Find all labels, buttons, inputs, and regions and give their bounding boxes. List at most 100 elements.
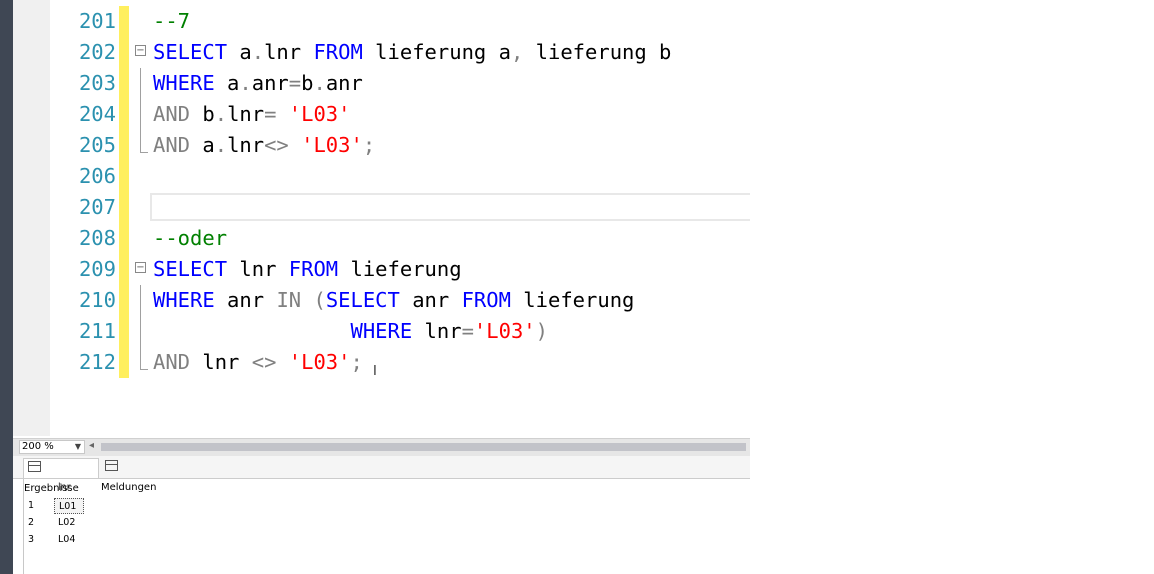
- code-token: .: [214, 102, 228, 126]
- change-marker: [119, 99, 129, 130]
- fold-guide: [140, 68, 141, 99]
- code-line[interactable]: 203 WHERE a.anr=b.anr: [50, 68, 750, 99]
- code-token: lieferung: [510, 288, 635, 312]
- code-line[interactable]: 207: [50, 192, 750, 223]
- tab-ergebnisse[interactable]: Ergebnisse: [23, 458, 99, 494]
- line-number: 207: [78, 195, 116, 219]
- code-text: AND a.lnr<> 'L03';: [153, 130, 375, 161]
- code-token: anr: [251, 71, 289, 95]
- code-token: FROM: [288, 257, 339, 281]
- code-text: WHERE a.anr=b.anr: [153, 68, 363, 99]
- row-number[interactable]: 3: [28, 532, 48, 548]
- code-line[interactable]: 208 --oder: [50, 223, 750, 254]
- code-line[interactable]: 204 AND b.lnr= 'L03': [50, 99, 750, 130]
- tab-meldungen[interactable]: Meldungen: [101, 458, 177, 493]
- change-marker: [119, 254, 129, 285]
- code-token: AND: [153, 102, 191, 126]
- results-tabs: Ergebnisse Meldungen: [13, 456, 750, 494]
- change-marker: [119, 130, 129, 161]
- row-number[interactable]: 1: [28, 498, 48, 514]
- code-line[interactable]: 212 AND lnr <> 'L03';: [50, 347, 750, 378]
- line-number: 208: [78, 226, 116, 250]
- code-token: lnr: [227, 133, 265, 157]
- code-token: ): [535, 319, 548, 343]
- row-number[interactable]: 2: [28, 515, 48, 531]
- line-number: 209: [78, 257, 116, 281]
- code-token: WHERE: [153, 71, 215, 95]
- code-token: 'L03': [473, 319, 536, 343]
- change-marker: [119, 285, 129, 316]
- code-token: lieferung b: [523, 40, 672, 64]
- code-text: AND lnr <> 'L03';: [153, 347, 363, 378]
- code-token: SELECT: [153, 257, 228, 281]
- code-token: WHERE: [350, 319, 413, 343]
- chevron-down-icon: ▼: [74, 442, 81, 451]
- code-token: b: [190, 102, 215, 126]
- table-cell[interactable]: L01: [54, 498, 84, 514]
- line-number: 212: [78, 350, 116, 374]
- table-cell[interactable]: L04: [54, 532, 84, 548]
- code-token: IN: [276, 288, 302, 312]
- code-token: lieferung a: [362, 40, 511, 64]
- code-token: lnr: [412, 319, 462, 343]
- scroll-left-icon[interactable]: ◂: [89, 440, 94, 451]
- code-text: WHERE lnr='L03'): [153, 316, 548, 347]
- zoom-dropdown[interactable]: 200 % ▼: [19, 440, 85, 454]
- code-token: .: [239, 71, 252, 95]
- code-line[interactable]: 205 AND a.lnr<> 'L03';: [50, 130, 750, 161]
- code-line[interactable]: 202 − SELECT a.lnr FROM lieferung a, liefe…: [50, 37, 750, 68]
- line-number: 206: [78, 164, 116, 188]
- code-token: lnr: [227, 102, 265, 126]
- line-number: 210: [78, 288, 116, 312]
- column-header-lnr[interactable]: lnr: [54, 480, 84, 496]
- fold-guide: [140, 130, 141, 152]
- code-text: --7: [153, 6, 190, 37]
- code-text: AND b.lnr= 'L03': [153, 99, 351, 130]
- code-token: FROM: [461, 288, 511, 312]
- code-line[interactable]: 210 WHERE anr IN (SELECT anr FROM lieferu…: [50, 285, 750, 316]
- code-token: anr: [325, 71, 363, 95]
- code-token: .: [313, 71, 326, 95]
- results-grid[interactable]: lnr 1 L01 2 L02 3 L04: [23, 479, 751, 574]
- code-token: ,: [510, 40, 524, 64]
- code-text: WHERE anr IN (SELECT anr FROM lieferung: [153, 285, 634, 316]
- collapse-icon[interactable]: −: [135, 45, 146, 56]
- code-token: anr: [214, 288, 277, 312]
- editor-status-bar: 200 % ▼ ◂: [13, 438, 750, 456]
- fold-end: [140, 369, 148, 370]
- change-marker: [119, 6, 129, 37]
- code-token: 'L03': [301, 133, 363, 157]
- change-marker: [119, 316, 129, 347]
- code-text: SELECT lnr FROM lieferung: [153, 254, 462, 285]
- collapse-icon[interactable]: −: [135, 262, 146, 273]
- code-text: --oder: [153, 223, 227, 254]
- code-token: lnr: [227, 257, 289, 281]
- fold-guide: [140, 316, 141, 347]
- code-line[interactable]: 211 WHERE lnr='L03'): [50, 316, 750, 347]
- line-number: 205: [78, 133, 116, 157]
- code-line[interactable]: 201 --7: [50, 6, 750, 37]
- code-token: 'L03': [288, 102, 351, 126]
- code-token: <>: [251, 350, 277, 374]
- code-token: SELECT: [153, 40, 228, 64]
- sql-editor[interactable]: I 201 --7 202− SELECT a.lnr FROM lieferung …: [50, 0, 750, 436]
- code-token: =: [461, 319, 474, 343]
- code-line[interactable]: 209 − SELECT lnr FROM lieferung: [50, 254, 750, 285]
- line-number: 204: [78, 102, 116, 126]
- code-token: .: [214, 133, 228, 157]
- code-line[interactable]: 206: [50, 161, 750, 192]
- code-token: WHERE: [153, 288, 215, 312]
- line-number: 203: [78, 71, 116, 95]
- code-token: ;: [350, 350, 363, 374]
- horizontal-scrollbar[interactable]: [101, 443, 746, 451]
- code-token: lnr: [190, 350, 252, 374]
- code-token: <>: [264, 133, 302, 157]
- code-token: FROM: [313, 40, 363, 64]
- table-cell[interactable]: L02: [54, 515, 84, 531]
- window-left-border: [0, 0, 13, 574]
- results-pane: Ergebnisse Meldungen lnr 1 L01 2 L02 3 L…: [13, 456, 750, 574]
- code-token: lieferung: [338, 257, 462, 281]
- change-marker: [119, 37, 129, 68]
- code-token: ;: [362, 133, 376, 157]
